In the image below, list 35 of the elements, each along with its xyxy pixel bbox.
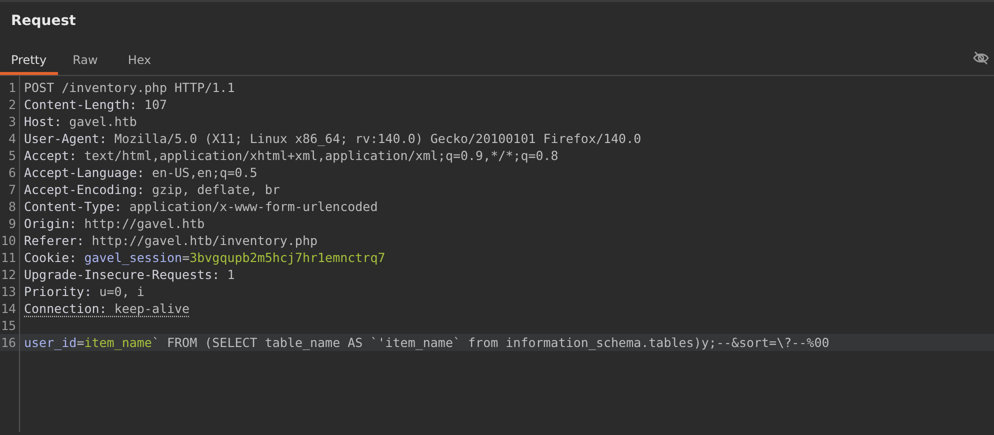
line-number: 5 (7, 147, 17, 164)
line-number: 12 (0, 266, 17, 283)
line-number: 7 (7, 181, 17, 198)
code-line: Connection: keep-alive (23, 300, 191, 317)
code-line: Cookie: gavel_session=3bvgqupb2m5hcj7hr1emnctrq7 (23, 249, 386, 266)
code-line: Referer: http://gavel.htb/inventory.php (23, 232, 319, 249)
view-tab[interactable]: Raw (58, 48, 113, 75)
code-line: Accept: text/html,application/xhtml+xml,application/xml;q=0.9,*/*;q=0.8 (23, 147, 560, 164)
view-tab[interactable]: Hex (112, 48, 166, 75)
code-line: Content-Length: 107 (23, 96, 168, 113)
line-number: 1 (7, 79, 17, 96)
code-line: Host: gavel.htb (23, 113, 138, 130)
line-number: 10 (0, 232, 17, 249)
code-line: Origin: http://gavel.htb (23, 215, 206, 232)
code-line: User-Agent: Mozilla/5.0 (X11; Linux x86_64; rv:140.0) Gecko/20100101 Firefox/140.0 (23, 130, 642, 147)
code-line: Content-Type: application/x-www-form-urlencoded (23, 198, 379, 215)
code-line: Priority: u=0, i (23, 283, 146, 300)
line-number: 8 (7, 198, 17, 215)
panel-title: Request (11, 12, 76, 30)
line-number: 6 (7, 164, 17, 181)
code-line: POST /inventory.php HTTP/1.1 (23, 79, 236, 96)
hidden-eye-icon[interactable] (973, 50, 989, 66)
line-number: 9 (7, 215, 17, 232)
code-line: Accept-Encoding: gzip, deflate, br (23, 181, 281, 198)
view-tab[interactable]: Pretty (0, 48, 58, 75)
line-number: 13 (0, 283, 17, 300)
line-number: 3 (7, 113, 17, 130)
line-number: 11 (0, 249, 17, 266)
line-number: 4 (7, 130, 17, 147)
line-number: 14 (0, 300, 17, 317)
code-line: Upgrade-Insecure-Requests: 1 (23, 266, 236, 283)
code-line: Accept-Language: en-US,en;q=0.5 (23, 164, 258, 181)
line-number: 15 (0, 317, 17, 334)
line-number: 2 (7, 96, 17, 113)
line-number: 16 (0, 334, 19, 351)
